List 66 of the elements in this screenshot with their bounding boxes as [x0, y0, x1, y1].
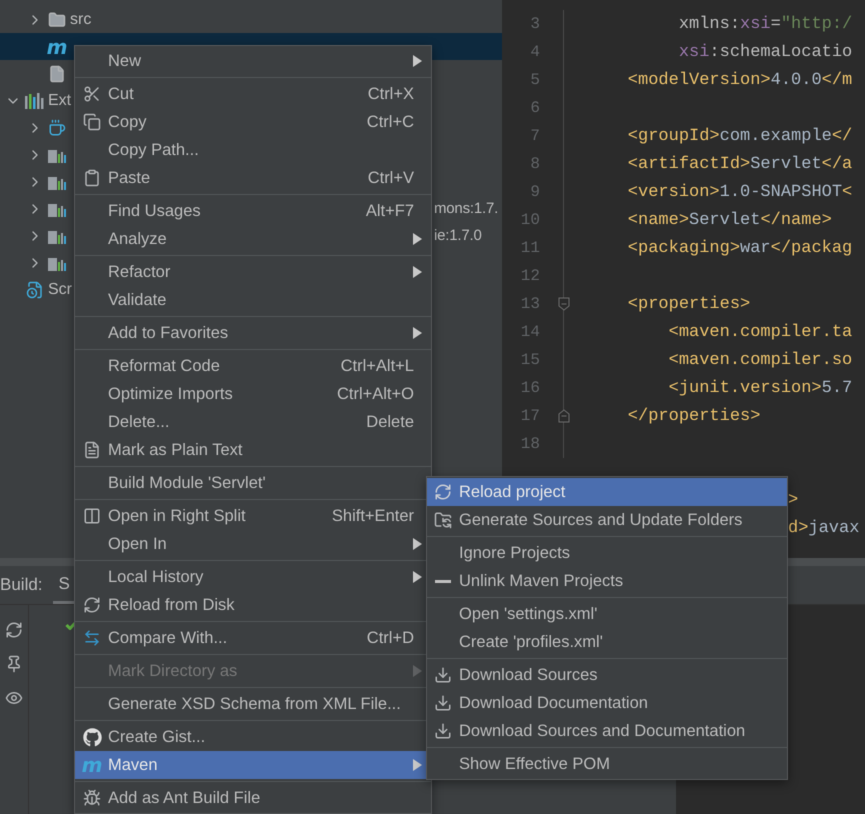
line-number: 8	[529, 155, 540, 173]
code-token: </name>	[760, 210, 832, 230]
code-token: 4.0.0	[770, 70, 822, 90]
shortcut-label: Ctrl+Alt+L	[340, 356, 414, 376]
code-token: </	[832, 126, 852, 146]
maven-icon: m	[82, 755, 102, 775]
code-token: </m	[822, 70, 852, 90]
shortcut-label: Ctrl+X	[368, 84, 414, 104]
line-number: 5	[529, 71, 540, 89]
code-token: >	[788, 490, 798, 510]
code-token: <maven.compiler.so	[668, 350, 852, 370]
code-token: Servlet	[689, 210, 760, 230]
line-number: 6	[529, 99, 540, 117]
code-token: com.example	[720, 126, 832, 146]
code-token: <packaging>	[626, 238, 740, 258]
line-number: 15	[520, 351, 540, 369]
panel-title: Build:	[0, 575, 43, 595]
code-token: <	[842, 182, 852, 202]
code-token: Servlet	[750, 154, 822, 174]
code-token: <modelVersion>	[626, 70, 771, 90]
tree-item-label: mons:1.7.	[434, 200, 498, 217]
code-token: :schemaLocatio	[709, 42, 852, 62]
code-token: "http:/	[780, 14, 852, 34]
shortcut-label: Ctrl+V	[368, 168, 414, 188]
maven-icon: m	[46, 36, 68, 56]
code-token: war	[740, 238, 771, 258]
line-number: 17	[520, 407, 540, 425]
line-number: 9	[529, 183, 540, 201]
line-number: 13	[520, 295, 540, 313]
tree-item-label: Ext	[48, 92, 72, 110]
shortcut-label: Shift+Enter	[332, 506, 414, 526]
line-number: 18	[520, 435, 540, 453]
code-token: </packag	[770, 238, 852, 258]
tree-item-label: Scr	[48, 280, 72, 298]
line-number: 14	[520, 323, 540, 341]
code-token: <artifactId>	[626, 154, 750, 174]
code-token: </a	[822, 154, 852, 174]
code-token: <groupId>	[626, 126, 720, 146]
shortcut-label: Delete	[366, 412, 414, 432]
tree-item-label: src	[70, 10, 92, 28]
code-token: <properties>	[626, 294, 750, 314]
tree-item-label: ie:1.7.0	[434, 227, 482, 244]
code-token: javax	[808, 518, 860, 538]
code-token: 1.0-SNAPSHOT	[720, 182, 842, 202]
line-number: 3	[529, 15, 540, 33]
shortcut-label: Ctrl+C	[366, 112, 414, 132]
code-token: =	[770, 14, 781, 34]
code-token: <junit.version>	[668, 378, 822, 398]
shortcut-label: Alt+F7	[366, 202, 414, 220]
code-token: <name>	[626, 210, 690, 230]
line-number: 7	[529, 127, 540, 145]
line-number: 10	[520, 211, 540, 229]
code-token: xsi	[740, 14, 771, 34]
shortcut-label: Ctrl+Alt+O	[336, 384, 414, 404]
code-token: <maven.compiler.ta	[668, 322, 852, 342]
line-number: 16	[520, 379, 540, 397]
line-number: 12	[520, 267, 540, 285]
shortcut-label: Ctrl+D	[366, 628, 414, 648]
code-token: 5.7	[822, 378, 852, 398]
line-number: 4	[529, 43, 540, 61]
line-number: 11	[520, 239, 540, 257]
code-token: d>	[788, 518, 808, 538]
code-token: </properties>	[626, 406, 760, 426]
code-token: <version>	[626, 182, 720, 202]
code-token: xmlns:	[678, 14, 740, 34]
code-token: xsi	[678, 42, 710, 62]
